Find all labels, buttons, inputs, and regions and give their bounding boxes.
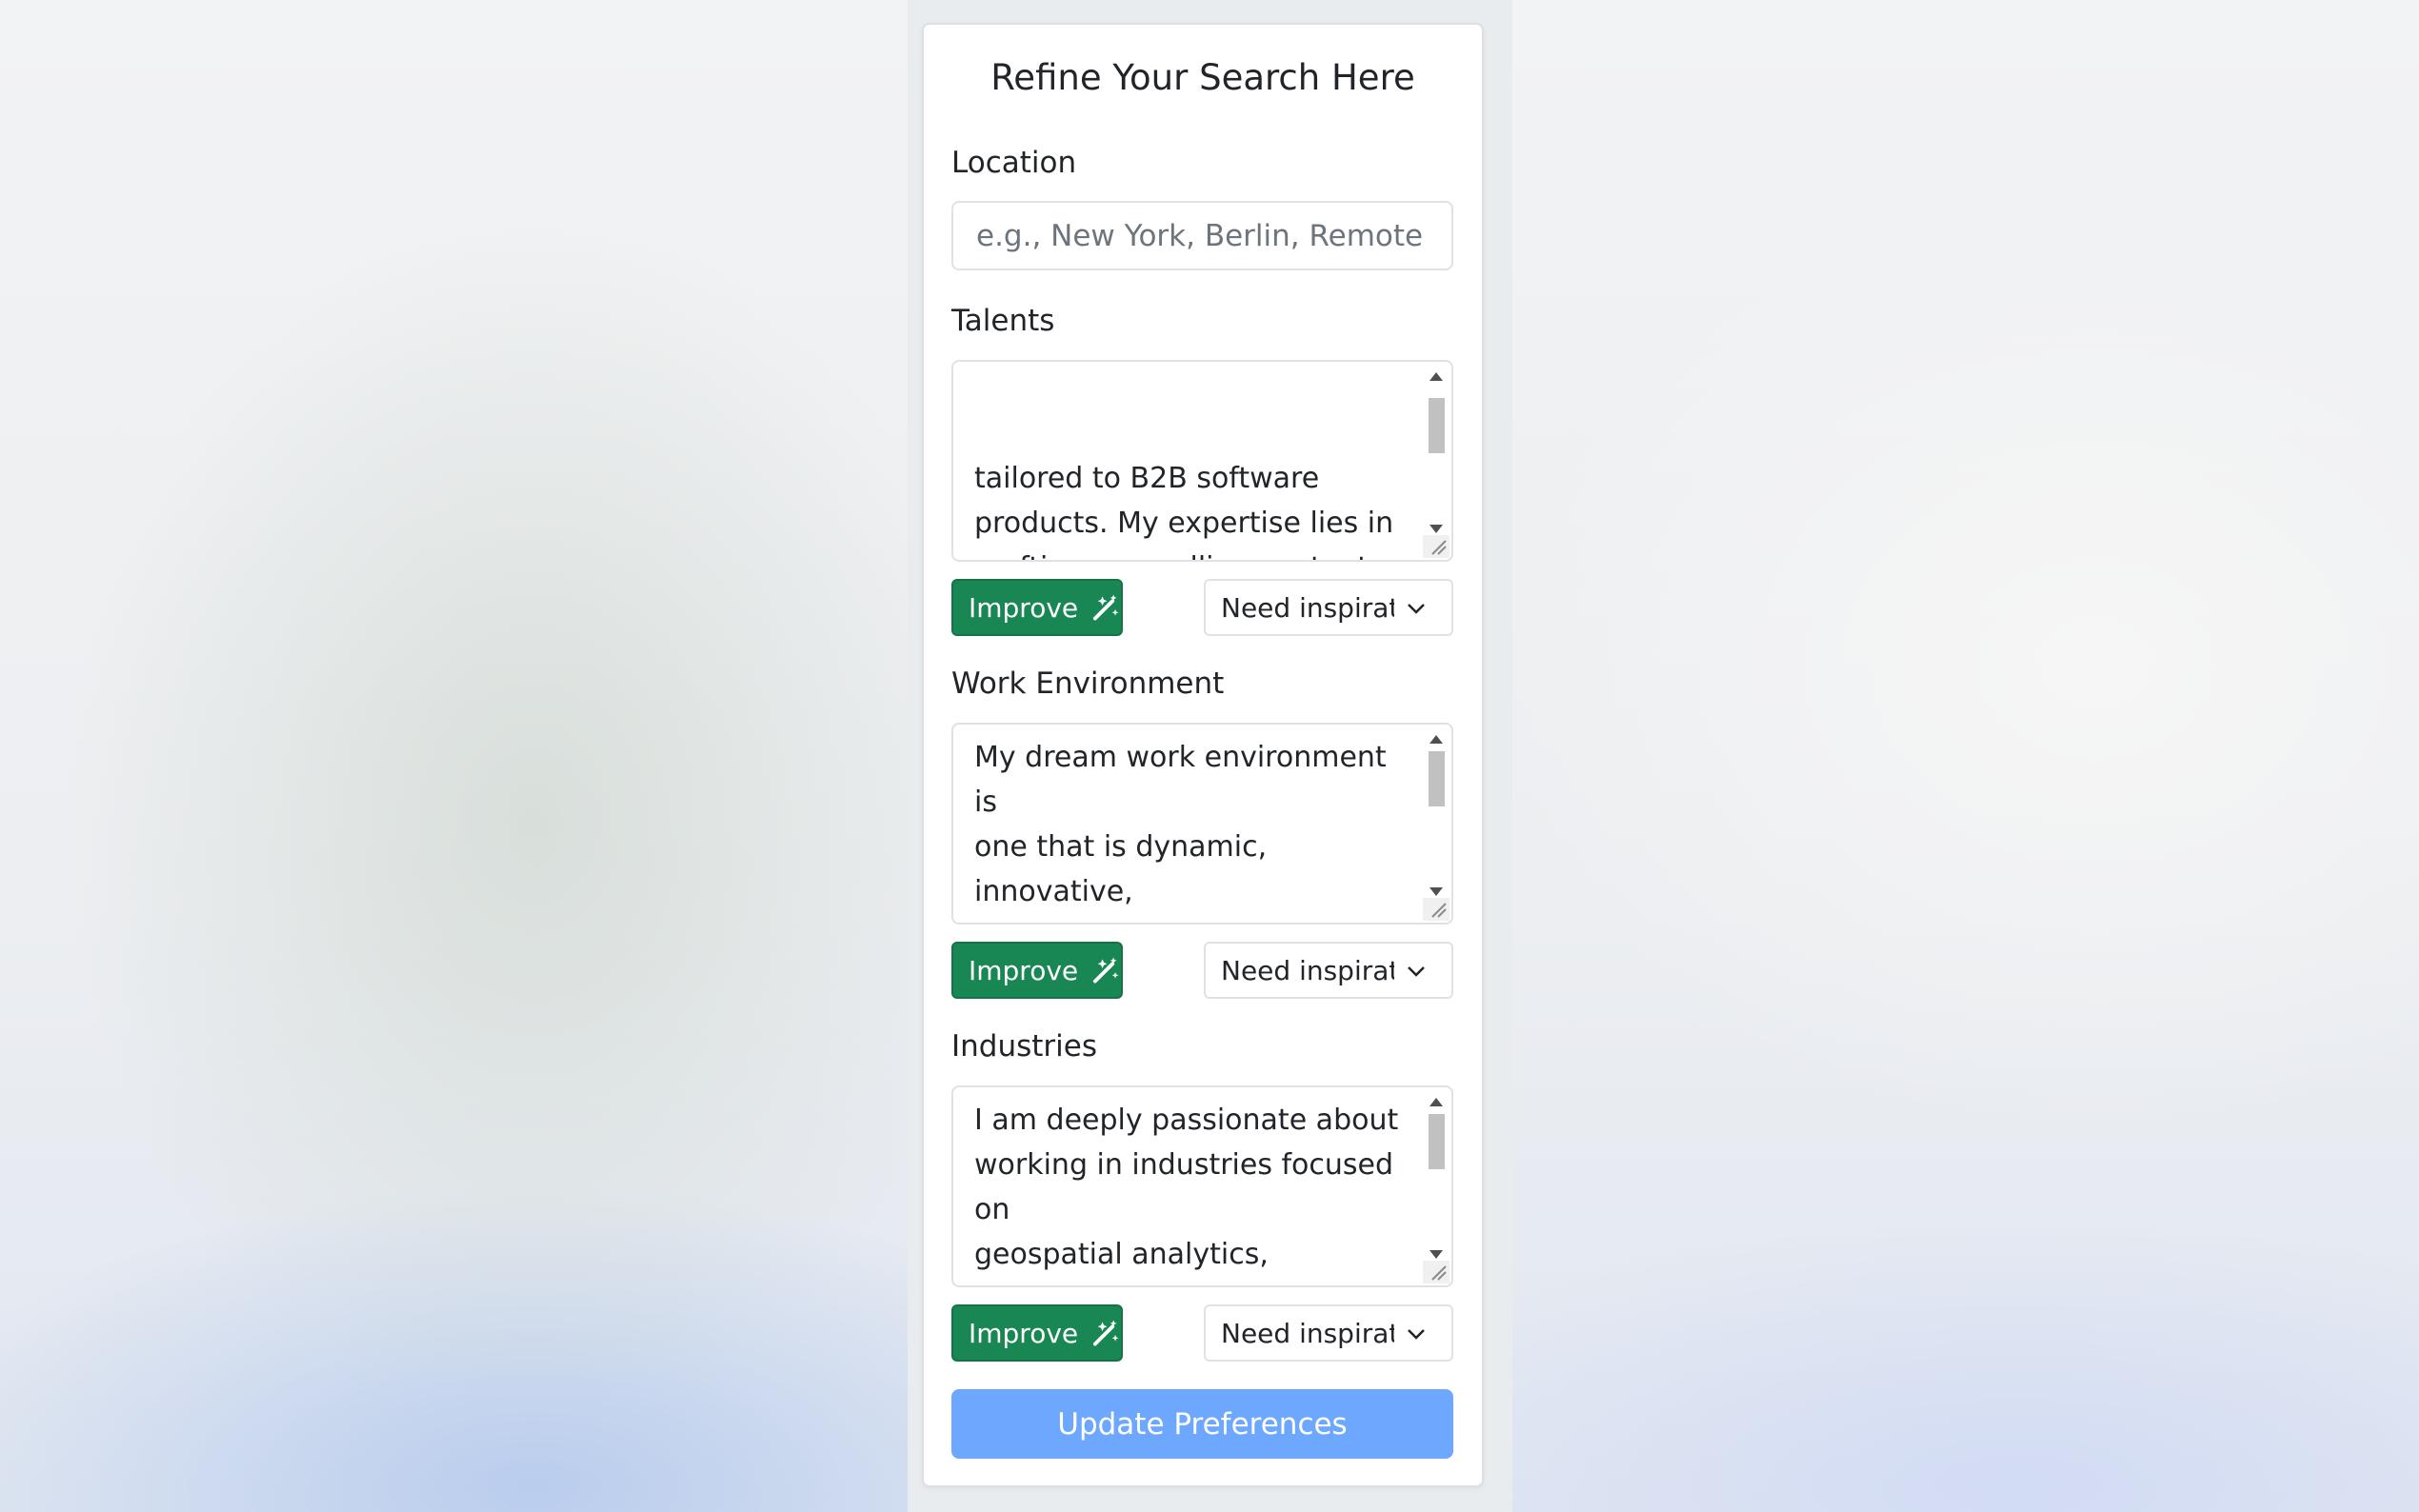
industries-label: Industries [951,1029,1098,1064]
improve-label: Improve [969,1317,1079,1349]
resize-grip-icon[interactable] [1423,535,1449,558]
resize-grip-icon[interactable] [1423,1261,1449,1283]
talents-text: tailored to B2B software products. My ex… [974,462,1394,560]
work-environment-textarea[interactable]: My dream work environment is one that is… [951,723,1453,925]
industries-scrollbar[interactable] [1423,1089,1449,1263]
work-environment-scrollbar[interactable] [1423,726,1449,900]
select-value: Need inspiration [1221,591,1394,624]
chevron-down-icon [1408,1329,1425,1340]
work-environment-improve-button[interactable]: Improve [951,942,1123,999]
card-title: Refine Your Search Here [990,57,1415,98]
talents-textarea[interactable]: tailored to B2B software products. My ex… [951,360,1453,562]
update-preferences-button[interactable]: Update Preferences [951,1389,1453,1459]
talents-scrollbar[interactable] [1423,364,1449,537]
resize-grip-icon[interactable] [1423,898,1449,921]
scroll-up-arrow-icon[interactable] [1423,728,1449,749]
chevron-down-icon [1408,604,1425,614]
work-environment-text: My dream work environment is one that is… [974,741,1387,923]
chevron-down-icon [1408,966,1425,977]
refine-search-card: Refine Your Search Here Location Talents… [922,23,1484,1487]
industries-improve-button[interactable]: Improve [951,1304,1123,1362]
talents-prev-line [974,367,1413,411]
industries-inspiration-select[interactable]: Need inspiration [1204,1304,1453,1362]
scroll-thumb[interactable] [1429,398,1445,453]
location-label: Location [951,146,1077,180]
talents-inspiration-select[interactable]: Need inspiration [1204,579,1453,636]
select-value: Need inspiration [1221,1317,1394,1349]
magic-wand-icon [1093,957,1119,984]
talents-improve-button[interactable]: Improve [951,579,1123,636]
magic-wand-icon [1093,594,1119,621]
work-environment-label: Work Environment [951,666,1225,701]
scroll-up-arrow-icon[interactable] [1423,366,1449,387]
magic-wand-icon [1093,1320,1119,1346]
location-input[interactable] [951,201,1453,270]
scroll-up-arrow-icon[interactable] [1423,1091,1449,1112]
work-environment-inspiration-select[interactable]: Need inspiration [1204,942,1453,999]
scroll-thumb[interactable] [1429,751,1445,806]
industries-textarea[interactable]: I am deeply passionate about working in … [951,1085,1453,1287]
select-value: Need inspiration [1221,954,1394,986]
industries-text: I am deeply passionate about working in … [974,1104,1399,1285]
improve-label: Improve [969,591,1079,624]
scroll-thumb[interactable] [1429,1114,1445,1169]
talents-label: Talents [951,304,1055,338]
improve-label: Improve [969,954,1079,986]
